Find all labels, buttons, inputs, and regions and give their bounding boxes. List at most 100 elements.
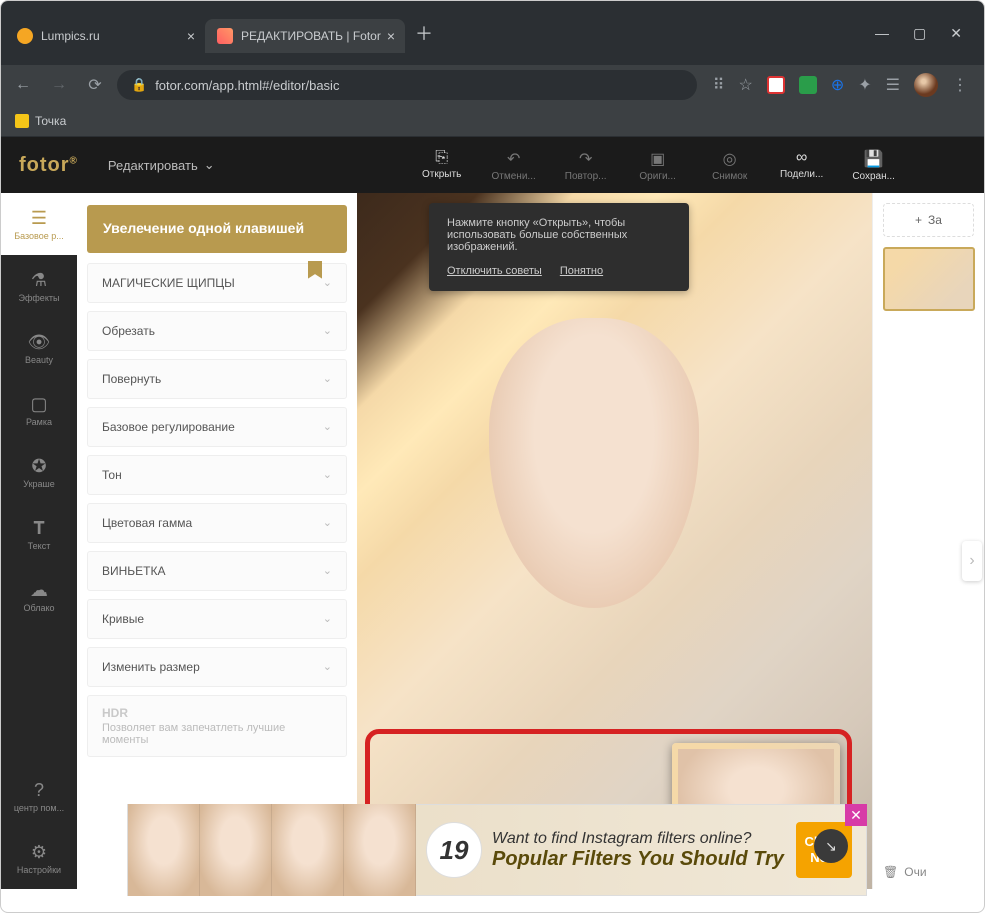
profile-avatar[interactable] — [914, 73, 938, 97]
sliders-icon: ☰ — [31, 208, 47, 229]
favicon-icon — [17, 28, 33, 44]
bookmarks-bar: Точка — [1, 105, 984, 137]
plus-icon: + — [915, 213, 922, 227]
accordion-magic[interactable]: МАГИЧЕСКИЕ ЩИПЦЫ⌄ — [87, 263, 347, 303]
edit-dropdown[interactable]: Редактировать ⌄ — [108, 157, 215, 173]
close-window-icon[interactable]: ✕ — [950, 25, 962, 42]
toolbar-icons: ⠿ ☆ ⊕ ✦ ☰ ⋮ — [705, 73, 976, 97]
extensions-icon[interactable]: ✦ — [858, 75, 871, 95]
browser-tab[interactable]: Lumpics.ru × — [5, 19, 205, 53]
extension-green-icon[interactable] — [799, 76, 817, 94]
action-redo[interactable]: ↷Повтор... — [559, 149, 613, 182]
translate-icon[interactable]: ⠿ — [713, 75, 725, 95]
app-body: ☰Базовое р... ⚗Эффекты 👁Beauty ▢Рамка ✪У… — [1, 193, 984, 889]
redo-icon: ↷ — [579, 149, 592, 169]
add-image-button[interactable]: + За — [883, 203, 974, 237]
bookmark-label: Точка — [35, 114, 66, 128]
accordion-basic-adj[interactable]: Базовое регулирование⌄ — [87, 407, 347, 447]
chevron-down-icon: ⌄ — [323, 516, 332, 529]
action-open[interactable]: ⎘Открыть — [415, 149, 469, 182]
ad-thumb — [128, 804, 200, 896]
forward-icon[interactable]: → — [45, 76, 73, 94]
rail-beauty[interactable]: 👁Beauty — [1, 317, 77, 379]
chevron-down-icon: ⌄ — [204, 157, 215, 173]
ad-close-button[interactable]: ✕ — [845, 804, 867, 826]
rail-cloud[interactable]: ☁Облако — [1, 565, 77, 627]
reload-icon[interactable]: ⟳ — [81, 75, 109, 95]
share-icon: ∞ — [796, 149, 807, 167]
chevron-down-icon: ⌄ — [323, 324, 332, 337]
chevron-down-icon: ⌄ — [323, 564, 332, 577]
frame-icon: ▢ — [30, 394, 47, 415]
text-icon: 𝐓 — [33, 518, 45, 539]
new-tab-button[interactable]: ＋ — [415, 20, 433, 46]
rail-effects[interactable]: ⚗Эффекты — [1, 255, 77, 317]
accordion-rotate[interactable]: Повернуть⌄ — [87, 359, 347, 399]
chevron-down-icon: ⌄ — [323, 468, 332, 481]
url-bar: ← → ⟳ 🔒 fotor.com/app.html#/editor/basic… — [1, 65, 984, 105]
tooltip-disable-link[interactable]: Отключить советы — [447, 265, 542, 277]
accordion-crop[interactable]: Обрезать⌄ — [87, 311, 347, 351]
chevron-right-icon[interactable]: › — [962, 541, 982, 581]
maximize-icon[interactable]: ▢ — [913, 25, 926, 42]
ad-number: 19 — [426, 822, 482, 878]
back-icon[interactable]: ← — [9, 76, 37, 94]
chevron-down-icon: ⌄ — [323, 276, 332, 289]
chevron-down-icon: ⌄ — [323, 612, 332, 625]
window-titlebar: Lumpics.ru × РЕДАКТИРОВАТЬ | Fotor × ＋ —… — [1, 1, 984, 65]
address-bar[interactable]: 🔒 fotor.com/app.html#/editor/basic — [117, 70, 697, 100]
menu-icon[interactable]: ⋮ — [952, 75, 968, 95]
window-controls: — ▢ ✕ — [875, 25, 980, 42]
accordion-vignette[interactable]: ВИНЬЕТКА⌄ — [87, 551, 347, 591]
chevron-down-icon: ⌄ — [323, 372, 332, 385]
rail-frame[interactable]: ▢Рамка — [1, 379, 77, 441]
bookmark-item[interactable]: Точка — [15, 114, 66, 128]
clear-button[interactable]: 🗑 Очи — [883, 865, 974, 879]
app-header: fotor® Редактировать ⌄ ⎘Открыть ↶Отмени.… — [1, 137, 984, 193]
accordion-tone[interactable]: Тон⌄ — [87, 455, 347, 495]
ad-text: Want to find Instagram filters online? P… — [492, 830, 796, 871]
minimize-icon[interactable]: — — [875, 25, 889, 42]
action-undo[interactable]: ↶Отмени... — [487, 149, 541, 182]
rail-settings[interactable]: ⚙Настройки — [1, 827, 77, 889]
save-icon: 💾 — [864, 149, 884, 169]
help-icon: ? — [34, 780, 44, 801]
fotor-logo[interactable]: fotor® — [19, 154, 78, 177]
accordion-resize[interactable]: Изменить размер⌄ — [87, 647, 347, 687]
star-icon: ✪ — [31, 456, 46, 477]
accordion-color[interactable]: Цветовая гамма⌄ — [87, 503, 347, 543]
action-snapshot[interactable]: ◎Снимок — [703, 149, 757, 182]
rail-basic[interactable]: ☰Базовое р... — [1, 193, 77, 255]
tab-title: Lumpics.ru — [41, 29, 100, 43]
chevron-down-icon: ⌄ — [323, 660, 332, 673]
hint-tooltip: Нажмите кнопку «Открыть», чтобы использо… — [429, 203, 689, 291]
rail-help[interactable]: ?центр пом... — [1, 765, 77, 827]
browser-tab-active[interactable]: РЕДАКТИРОВАТЬ | Fotor × — [205, 19, 405, 53]
extension-blue-icon[interactable]: ⊕ — [831, 75, 844, 95]
collapse-minimap-button[interactable]: ↘ — [814, 829, 848, 863]
ad-banner[interactable]: 19 Want to find Instagram filters online… — [127, 804, 867, 896]
right-panel: + За › 🗑 Очи — [872, 193, 984, 889]
rail-text[interactable]: 𝐓Текст — [1, 503, 77, 565]
reading-list-icon[interactable]: ☰ — [886, 75, 900, 95]
image-thumbnail[interactable] — [883, 247, 975, 311]
action-save[interactable]: 💾Сохран... — [847, 149, 901, 182]
lock-icon: 🔒 — [131, 77, 147, 93]
tooltip-ok-link[interactable]: Понятно — [560, 265, 603, 277]
action-share[interactable]: ∞Подели... — [775, 149, 829, 182]
extension-adblock-icon[interactable] — [767, 76, 785, 94]
one-tap-enhance[interactable]: Увелечение одной клавишей — [87, 205, 347, 253]
tab-title: РЕДАКТИРОВАТЬ | Fotor — [241, 29, 381, 43]
undo-icon: ↶ — [507, 149, 520, 169]
open-icon: ⎘ — [435, 149, 448, 167]
rail-decor[interactable]: ✪Украше — [1, 441, 77, 503]
canvas-area[interactable]: Нажмите кнопку «Открыть», чтобы использо… — [357, 193, 872, 889]
accordion-curves[interactable]: Кривые⌄ — [87, 599, 347, 639]
close-icon[interactable]: × — [387, 28, 395, 44]
action-original[interactable]: ▣Ориги... — [631, 149, 685, 182]
star-icon[interactable]: ☆ — [739, 75, 753, 95]
close-icon[interactable]: × — [187, 28, 195, 44]
cloud-icon: ☁ — [30, 580, 48, 601]
accordion-hdr[interactable]: HDR Позволяет вам запечатлеть лучшие мом… — [87, 695, 347, 757]
ad-thumb — [200, 804, 272, 896]
